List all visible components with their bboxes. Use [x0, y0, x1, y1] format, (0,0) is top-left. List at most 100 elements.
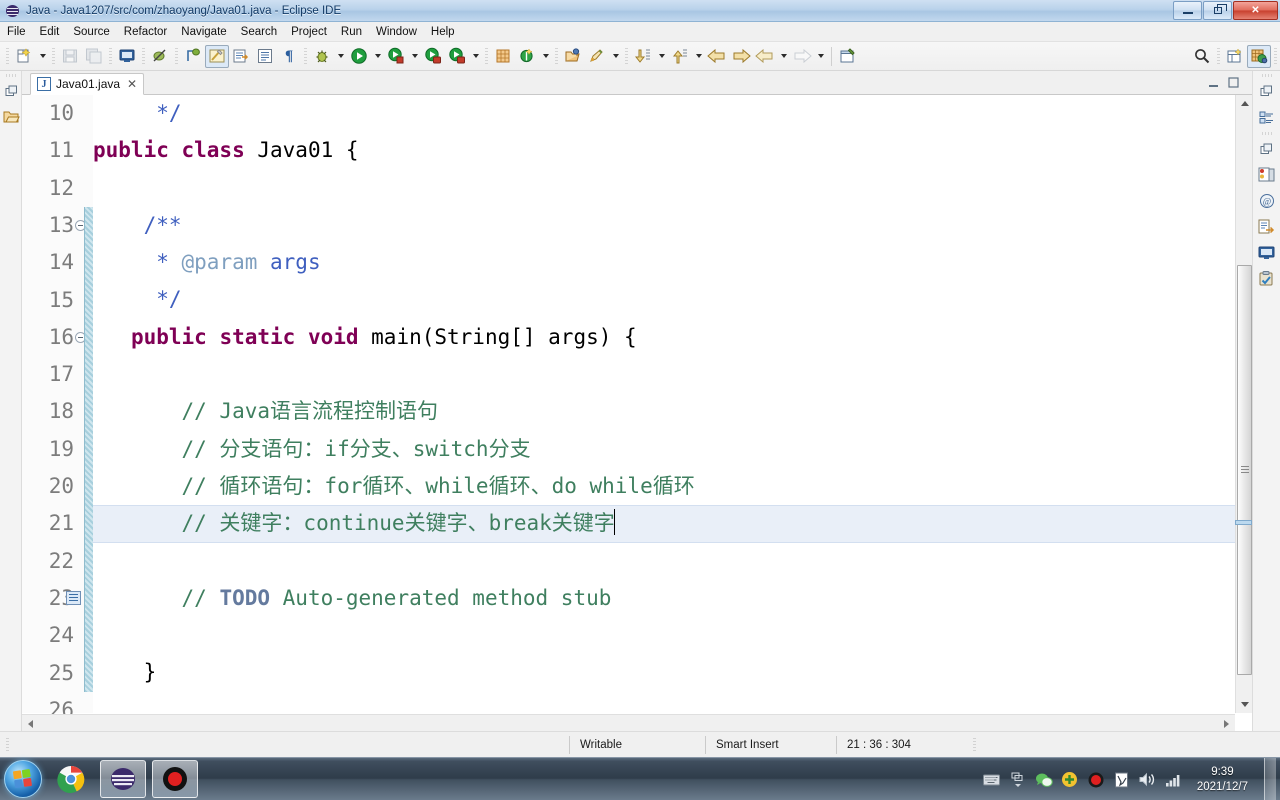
record-icon[interactable] — [1087, 771, 1105, 789]
overview-ruler-mark[interactable] — [1235, 520, 1252, 525]
problems-view-icon[interactable] — [1254, 163, 1280, 187]
external-tools-dropdown-icon[interactable] — [469, 45, 482, 68]
show-desktop-button[interactable] — [1264, 758, 1276, 800]
start-button[interactable] — [4, 760, 42, 798]
maximize-editor-icon[interactable] — [1226, 75, 1242, 91]
code-line[interactable]: // Java语言流程控制语句 — [93, 393, 1252, 430]
minimize-editor-icon[interactable] — [1206, 75, 1222, 91]
new-java-project-icon[interactable] — [491, 45, 515, 68]
menu-window[interactable]: Window — [369, 24, 424, 40]
menu-run[interactable]: Run — [334, 24, 369, 40]
code-line[interactable]: /** — [93, 207, 1252, 244]
run-dropdown-icon[interactable] — [371, 45, 384, 68]
show-whitespace-icon[interactable] — [253, 45, 277, 68]
scroll-left-icon[interactable] — [22, 715, 39, 731]
toolbar-grip-11[interactable] — [1274, 47, 1277, 65]
new-java-package-dropdown-icon[interactable] — [539, 45, 552, 68]
new-wizard-dropdown-icon[interactable] — [36, 45, 49, 68]
menu-file[interactable]: File — [0, 24, 33, 40]
keyboard-icon[interactable] — [983, 771, 1001, 789]
new-java-package-icon[interactable] — [515, 45, 539, 68]
taskbar-clock[interactable]: 9:39 2021/12/7 — [1191, 765, 1254, 795]
external-tools-2-icon[interactable] — [445, 45, 469, 68]
menu-edit[interactable]: Edit — [33, 24, 67, 40]
back-history-icon[interactable] — [753, 45, 777, 68]
toolbar-grip-3[interactable] — [109, 47, 112, 65]
new-wizard-icon[interactable] — [12, 45, 36, 68]
toolbar-grip-5[interactable] — [175, 47, 178, 65]
wechat-icon[interactable] — [1035, 771, 1053, 789]
menu-search[interactable]: Search — [234, 24, 284, 40]
open-task-icon[interactable] — [229, 45, 253, 68]
run-coverage-dropdown-icon[interactable] — [408, 45, 421, 68]
javadoc-view-icon[interactable]: @ — [1254, 189, 1280, 213]
java-perspective-icon[interactable] — [1247, 44, 1271, 68]
toolbar-grip-9[interactable] — [625, 47, 628, 65]
code-line[interactable]: public class Java01 { — [93, 132, 1252, 169]
scroll-down-icon[interactable] — [1236, 696, 1252, 713]
search-icon[interactable] — [1190, 45, 1214, 68]
open-perspective-icon[interactable] — [1223, 45, 1247, 68]
link-with-editor-icon[interactable] — [205, 44, 229, 68]
toggle-mark-occurrences-icon[interactable] — [181, 45, 205, 68]
forward-history-icon[interactable] — [790, 45, 814, 68]
code-line[interactable]: // 分支语句：if分支、switch分支 — [93, 431, 1252, 468]
code-line[interactable] — [93, 170, 1252, 207]
menu-navigate[interactable]: Navigate — [174, 24, 233, 40]
code-line[interactable]: */ — [93, 281, 1252, 318]
forward-icon[interactable] — [729, 45, 753, 68]
save-icon[interactable] — [58, 45, 82, 68]
toolbar-grip-8[interactable] — [555, 47, 558, 65]
minimize-button[interactable] — [1173, 1, 1202, 20]
debug-dropdown-icon[interactable] — [334, 45, 347, 68]
skip-breakpoints-icon[interactable] — [148, 45, 172, 68]
horizontal-scrollbar[interactable] — [22, 714, 1235, 731]
toolbar-grip-4[interactable] — [142, 47, 145, 65]
maximize-button[interactable] — [1203, 1, 1232, 20]
taskbar-eclipse[interactable] — [100, 760, 146, 798]
right-rail-grip[interactable] — [1260, 74, 1273, 77]
right-rail-grip-2[interactable] — [1260, 132, 1273, 135]
code-line[interactable] — [93, 356, 1252, 393]
open-type-icon[interactable] — [561, 45, 585, 68]
last-edit-location-icon[interactable] — [836, 45, 860, 68]
restore-view-icon[interactable] — [1254, 79, 1280, 103]
open-resource-dropdown-icon[interactable] — [609, 45, 622, 68]
new-java-console-icon[interactable] — [115, 45, 139, 68]
declaration-view-icon[interactable] — [1254, 215, 1280, 239]
code-line[interactable]: */ — [93, 95, 1252, 132]
previous-annotation-dropdown-icon[interactable] — [692, 45, 705, 68]
taskbar-chrome[interactable] — [48, 760, 94, 798]
close-button[interactable]: ✕ — [1233, 1, 1278, 20]
volume-icon[interactable] — [1139, 771, 1157, 789]
input-method-icon[interactable] — [1113, 771, 1131, 789]
forward-history-dropdown-icon[interactable] — [814, 45, 827, 68]
code-line[interactable]: // 循环语句：for循环、while循环、do while循环 — [93, 468, 1252, 505]
code-line[interactable]: public static void main(String[] args) { — [93, 319, 1252, 356]
scroll-right-icon[interactable] — [1218, 715, 1235, 731]
menu-source[interactable]: Source — [66, 24, 116, 40]
code-line[interactable]: // TODO Auto-generated method stub — [93, 580, 1252, 617]
save-all-icon[interactable] — [82, 45, 106, 68]
code-line[interactable] — [93, 617, 1252, 654]
outline-view-icon[interactable] — [1254, 105, 1280, 129]
security-icon[interactable] — [1061, 771, 1079, 789]
editor-tab-java01[interactable]: J Java01.java ✕ — [30, 73, 145, 95]
run-coverage-icon[interactable] — [384, 45, 408, 68]
previous-annotation-icon[interactable] — [668, 45, 692, 68]
toolbar-grip[interactable] — [6, 47, 9, 65]
code-content[interactable]: */ public class Java01 { /** * @param arg… — [93, 95, 1252, 713]
show-hidden-icons-icon[interactable] — [1009, 771, 1027, 789]
code-editor[interactable]: 10 11 12 13 14 15 16 17 18 19 20 21 22 23 24 25 26 */pub… — [22, 95, 1252, 731]
todo-task-marker-icon[interactable] — [66, 590, 81, 605]
next-annotation-dropdown-icon[interactable] — [655, 45, 668, 68]
toolbar-grip-10[interactable] — [1217, 47, 1220, 65]
toolbar-grip-7[interactable] — [485, 47, 488, 65]
run-icon[interactable] — [347, 45, 371, 68]
code-line[interactable]: * @param args — [93, 244, 1252, 281]
menu-project[interactable]: Project — [284, 24, 334, 40]
console-view-icon[interactable] — [1254, 241, 1280, 265]
minimize-view-icon[interactable] — [1254, 137, 1280, 161]
code-line[interactable]: // 关键字：continue关键字、break关键字 — [93, 505, 1252, 542]
code-line[interactable] — [93, 692, 1252, 713]
